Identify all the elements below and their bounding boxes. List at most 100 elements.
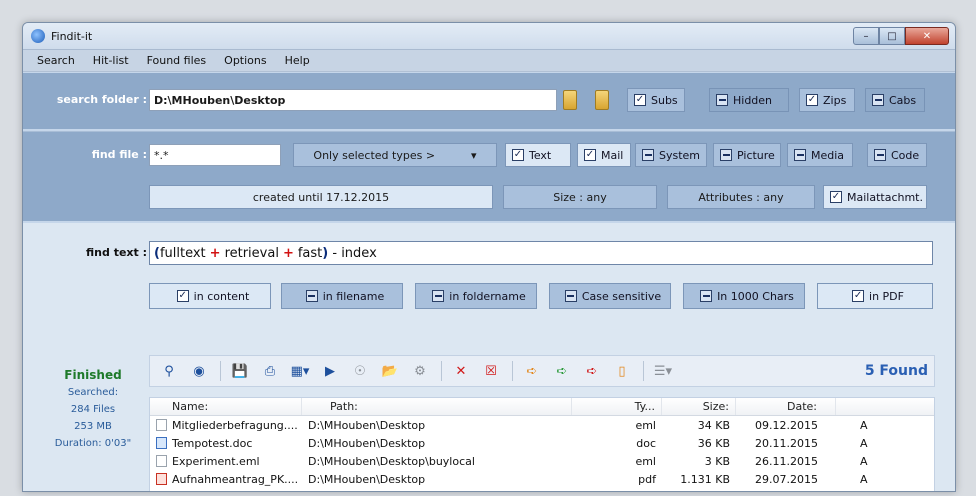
checked-icon: ✓ (852, 290, 865, 302)
table-row[interactable]: Aufnahmeantrag_PK.... D:\MHouben\Desktop… (150, 470, 934, 488)
status-searched-label: Searched: (67, 387, 119, 398)
checked-icon: ✓ (176, 290, 189, 302)
checked-icon: ✓ (512, 149, 524, 161)
column-attr[interactable] (836, 398, 896, 415)
close-button[interactable]: ✕ (905, 27, 949, 45)
pdf-file-icon (156, 473, 167, 485)
folder-open-icon[interactable] (563, 90, 577, 110)
window-title: Findit-it (51, 29, 93, 43)
indeterminate-icon (700, 290, 713, 302)
indeterminate-icon (642, 149, 654, 161)
find-text-panel: find text : ( fulltext + retrieval + fas… (23, 223, 955, 325)
find-file-label: find file : (91, 148, 147, 161)
menu-found-files[interactable]: Found files (147, 54, 207, 67)
column-date[interactable]: Date: (736, 398, 836, 415)
menu-hit-list[interactable]: Hit-list (93, 54, 129, 67)
hidden-checkbox[interactable]: Hidden (709, 88, 789, 112)
maximize-button[interactable]: □ (879, 27, 905, 45)
cabs-checkbox[interactable]: Cabs (865, 88, 925, 112)
in-content-checkbox[interactable]: ✓ in content (149, 283, 271, 309)
indeterminate-icon (716, 94, 728, 106)
indeterminate-icon (720, 149, 732, 161)
table-row[interactable]: Tempotest.doc D:\MHouben\Desktop doc 36 … (150, 434, 934, 452)
preview-icon[interactable]: ☉ (349, 361, 371, 381)
play-icon[interactable]: ▶ (319, 361, 341, 381)
print-icon[interactable]: ⎙ (259, 361, 281, 381)
open-folder-icon[interactable]: 📂 (379, 361, 401, 381)
menu-options[interactable]: Options (224, 54, 266, 67)
checked-icon: ✓ (806, 94, 818, 106)
search-status: Finished Searched: 284 Files 253 MB Dura… (43, 367, 143, 452)
column-size[interactable]: Size: (662, 398, 736, 415)
view-list-icon[interactable]: ☰▾ (652, 361, 674, 381)
attributes-filter-button[interactable]: Attributes : any (667, 185, 815, 209)
indeterminate-icon (432, 290, 445, 302)
mailattachment-checkbox[interactable]: ✓ Mailattachmt. (823, 185, 927, 209)
file-type-select[interactable]: Only selected types > ▾ (293, 143, 497, 167)
menu-search[interactable]: Search (37, 54, 75, 67)
column-type[interactable]: Ty... (572, 398, 662, 415)
export-icon[interactable]: ➪ (581, 361, 603, 381)
dropdown-arrow-icon: ▾ (471, 148, 477, 162)
status-finished: Finished (64, 368, 122, 382)
table-row[interactable]: Mitgliederbefragung.... D:\MHouben\Deskt… (150, 416, 934, 434)
results-toolbar: ⚲ ◉ 💾 ⎙ ▦▾ ▶ ☉ 📂 ⚙ ✕ ☒ ➪ ➪ ➪ ▯ ☰▾ 5 Foun… (149, 355, 935, 387)
archive-icon[interactable]: ▯ (611, 361, 633, 381)
title-bar: Findit-it – □ ✕ (23, 23, 955, 50)
menu-help[interactable]: Help (285, 54, 310, 67)
column-path[interactable]: Path: (302, 398, 572, 415)
search-folder-label: search folder : (56, 93, 147, 106)
mail-file-icon (156, 455, 167, 467)
search-icon[interactable]: ⚲ (158, 361, 180, 381)
zips-checkbox[interactable]: ✓ Zips (799, 88, 855, 112)
save-icon[interactable]: 💾 (229, 361, 251, 381)
type-code-checkbox[interactable]: Code (867, 143, 927, 167)
zoom-icon[interactable]: ◉ (188, 361, 210, 381)
indeterminate-icon (874, 149, 886, 161)
status-files: 284 Files (70, 404, 116, 415)
type-media-checkbox[interactable]: Media (787, 143, 853, 167)
column-name[interactable]: Name: (150, 398, 302, 415)
find-file-panel: find file : *.* Only selected types > ▾ ✓… (23, 131, 955, 221)
find-file-input[interactable]: *.* (149, 144, 281, 166)
indeterminate-icon (794, 149, 806, 161)
type-system-checkbox[interactable]: System (635, 143, 707, 167)
status-size: 253 MB (74, 421, 112, 432)
save-as-dropdown-icon[interactable]: ▦▾ (289, 361, 311, 381)
doc-file-icon (156, 437, 167, 449)
search-folder-panel: search folder : D:\MHouben\Desktop ✓ Subs… (23, 73, 955, 129)
found-count: 5 Found (864, 363, 928, 379)
search-folder-input[interactable]: D:\MHouben\Desktop (149, 89, 557, 111)
in-pdf-checkbox[interactable]: ✓ in PDF (817, 283, 933, 309)
subs-checkbox[interactable]: ✓ Subs (627, 88, 685, 112)
checked-icon: ✓ (634, 94, 646, 106)
move-icon[interactable]: ➪ (551, 361, 573, 381)
delete-icon[interactable]: ✕ (450, 361, 472, 381)
copy-icon[interactable]: ➪ (521, 361, 543, 381)
indeterminate-icon (872, 94, 884, 106)
in-1000-chars-checkbox[interactable]: In 1000 Chars (683, 283, 805, 309)
find-text-input[interactable]: ( fulltext + retrieval + fast ) - index (149, 241, 933, 265)
find-text-label: find text : (86, 246, 147, 259)
type-text-checkbox[interactable]: ✓ Text (505, 143, 571, 167)
in-filename-checkbox[interactable]: in filename (281, 283, 403, 309)
checked-icon: ✓ (830, 191, 842, 203)
menu-bar: Search Hit-list Found files Options Help (23, 50, 955, 72)
table-row[interactable]: Experiment.eml D:\MHouben\Desktop\buyloc… (150, 452, 934, 470)
results-list: Name: Path: Ty... Size: Date: Mitglieder… (149, 397, 935, 491)
type-mail-checkbox[interactable]: ✓ Mail (577, 143, 631, 167)
delete-file-icon[interactable]: ☒ (480, 361, 502, 381)
minimize-button[interactable]: – (853, 27, 879, 45)
settings-icon[interactable]: ⚙ (409, 361, 431, 381)
type-picture-checkbox[interactable]: Picture (713, 143, 781, 167)
created-date-button[interactable]: created until 17.12.2015 (149, 185, 493, 209)
size-filter-button[interactable]: Size : any (503, 185, 657, 209)
indeterminate-icon (564, 290, 577, 302)
list-header: Name: Path: Ty... Size: Date: (150, 398, 934, 416)
app-logo-icon (31, 29, 45, 43)
folder-browse-icon[interactable] (595, 90, 609, 110)
status-duration: Duration: 0'03" (54, 438, 132, 449)
indeterminate-icon (305, 290, 318, 302)
case-sensitive-checkbox[interactable]: Case sensitive (549, 283, 671, 309)
in-foldername-checkbox[interactable]: in foldername (415, 283, 537, 309)
